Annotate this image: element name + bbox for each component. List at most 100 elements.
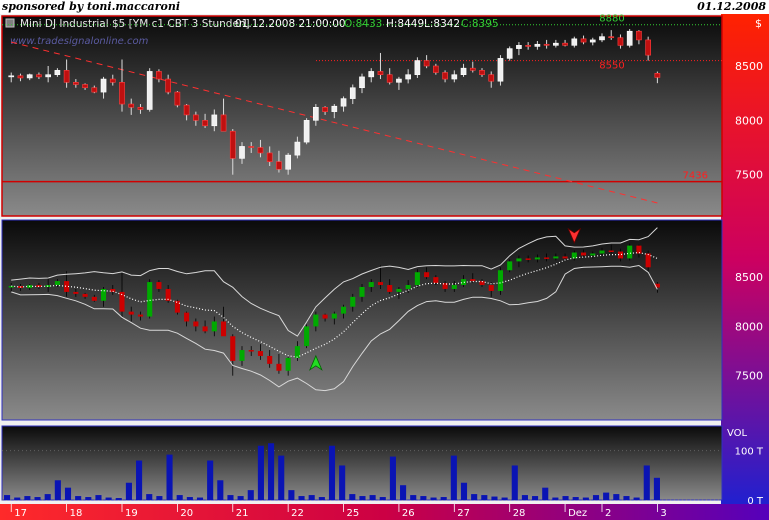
candle-body [488,74,495,82]
candle-body [645,39,651,56]
indicator-bar-body [91,296,97,301]
candle-body [451,74,458,80]
volume-bar [105,497,112,500]
candle-body [414,60,421,75]
indicator-bar-body [276,363,282,371]
symbol-timestamp: 01.12.2008 21:00:00 [235,18,346,30]
candle-body [506,48,513,59]
indicator-bar-body [267,355,273,364]
volume-bar [196,497,204,500]
candle-body [460,67,467,75]
candle-body [654,72,661,78]
volume-bar [471,494,478,500]
candle-body [516,45,522,49]
chart-canvas[interactable]: Mini DJ Industrial $5 [YM c1 CBT 3 Stund… [0,0,769,520]
indicator-bar-body [230,336,236,361]
candle-body [183,104,190,116]
candle [626,29,633,48]
candle [174,91,181,108]
candle-body [589,39,596,43]
volume-bar [623,496,630,500]
time-tick-label: 22 [291,508,304,519]
indicator-bar-body [202,326,208,332]
volume-bar [186,497,193,500]
indicator-bar-body [581,252,587,256]
indicator-bar-body [368,282,374,287]
candle-body [340,98,347,107]
ohlc-high: H:8449 [386,18,424,30]
volume-bar [400,485,407,500]
candle-body [636,30,642,41]
candle-body [220,114,227,132]
volume-bar [410,495,417,500]
candle-body [322,107,328,112]
volume-bar [389,456,396,500]
volume-tick-label: 100 T [735,447,764,458]
candle-body [109,78,116,83]
candle-body [137,107,144,110]
volume-bar [237,496,244,500]
level-label-8550: 8550 [599,61,624,72]
candle-body [202,120,208,127]
volume-bar [166,454,173,500]
volume-bar [369,495,376,500]
time-tick-label: 19 [125,508,138,519]
indicator-bar-body [350,296,356,307]
volume-tick-label: 0 T [747,496,764,507]
volume-bar [288,490,295,500]
candle-body [128,103,135,108]
volume-bar [501,497,508,500]
candle-body [174,91,181,106]
candle-body [525,45,531,47]
indicator-bar-body [562,256,568,259]
candle-body [156,71,162,80]
volume-bar [603,492,610,500]
volume-bar [552,497,559,500]
candle [146,68,153,112]
candle-body [562,42,568,46]
indicator-bar-body [571,252,577,259]
volume-axis-title: VOL [727,428,748,439]
volume-bar [481,495,488,500]
candle-body [266,152,273,162]
volume-bar [217,480,224,500]
candle-body [368,71,375,78]
volume-bar [34,497,41,500]
candle-body [386,74,393,83]
volume-bar [207,460,214,500]
candle-body [193,114,199,121]
symbol-name: Mini DJ Industrial $5 [YM c1 CBT 3 Stund… [20,18,250,30]
candle-body [359,76,365,89]
indicator-bar-body [627,245,633,259]
indicator-bar-body [248,350,254,352]
time-tick-label: 3 [660,508,666,519]
candle-body [617,37,624,46]
indicator-bar-body [507,261,513,271]
volume-pane [1,425,723,501]
volume-bar [14,497,21,500]
indicator-tick-label: 8000 [735,320,763,333]
indicator-bar-body [341,306,347,314]
volume-bar [440,497,447,500]
time-axis-strip [0,504,769,520]
indicator-bar-body [433,277,439,284]
indicator-bar [174,299,180,315]
indicator-tick-label: 8500 [735,271,763,284]
candle-body [580,38,587,43]
candle-body [497,58,504,82]
indicator-bar-body [516,258,522,262]
time-tick-label: 28 [513,508,526,519]
indicator-bar-body [82,293,88,297]
indicator-bar-body [128,311,134,315]
indicator-bar-body [377,282,383,286]
indicator-bar-body [45,285,51,287]
indicator-bar-body [322,314,328,319]
volume-bar [430,497,437,500]
volume-bar [4,495,11,500]
indicator-bar [497,267,503,295]
candle-body [63,70,70,83]
volume-bar [491,496,498,500]
indicator-bar-body [461,279,467,286]
candle-body [469,67,476,71]
price-tick-label: 8500 [735,60,763,73]
